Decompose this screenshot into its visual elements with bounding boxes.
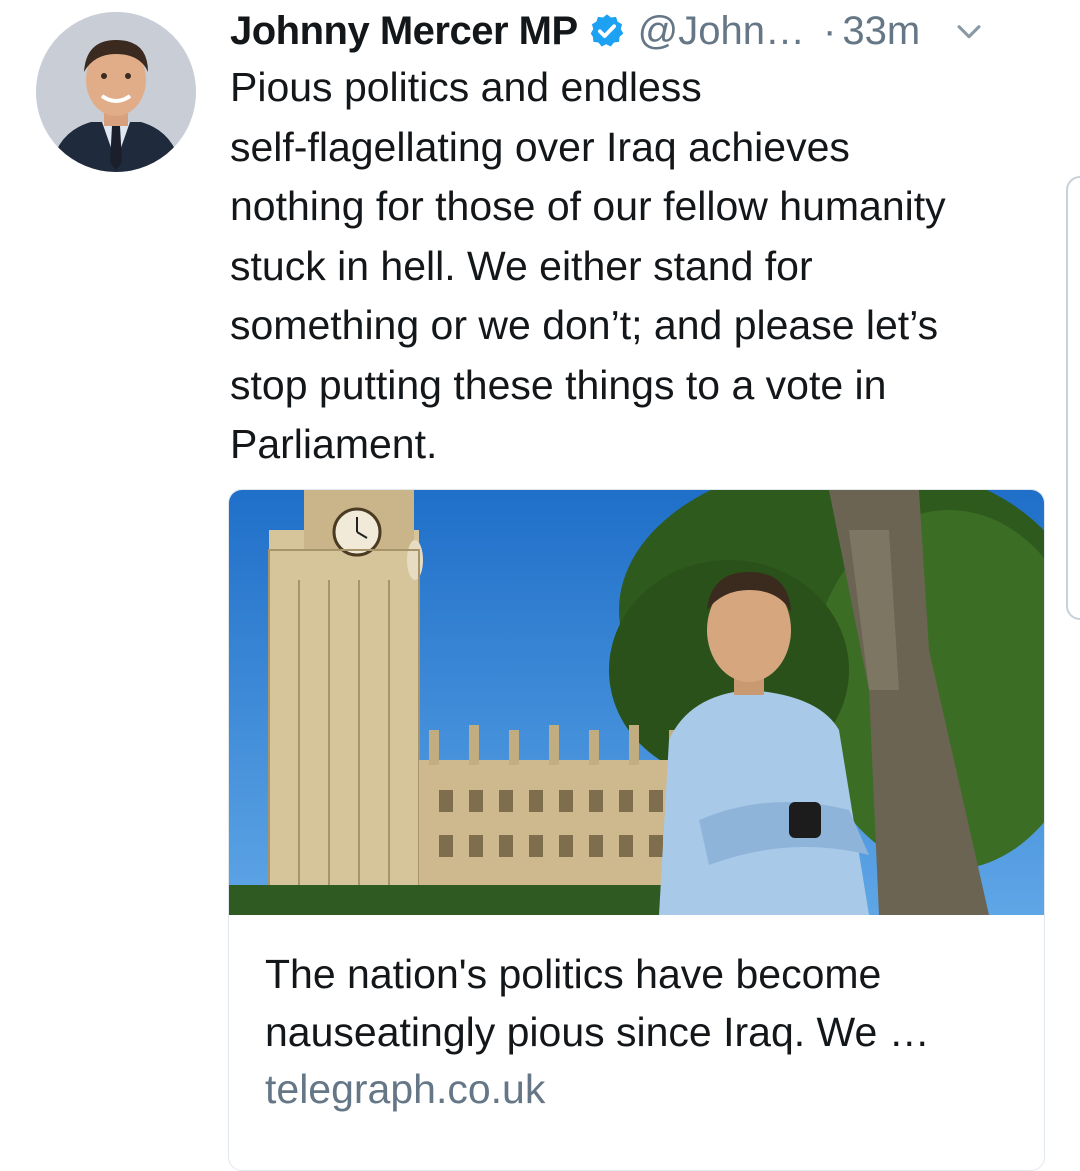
avatar-portrait [36,12,196,172]
card-domain[interactable]: telegraph.co.uk [265,1066,545,1113]
card-photo [229,490,1044,916]
card-image[interactable] [229,490,1044,916]
scrollbar-edge[interactable] [1066,176,1080,620]
verified-badge-icon [588,12,626,50]
chevron-down-icon[interactable] [952,14,986,48]
tweet-text: Pious politics and endless self-flagella… [230,64,946,467]
tweet-timestamp[interactable]: 33m [842,9,920,54]
author-name[interactable]: Johnny Mercer MP [230,9,578,54]
card-title[interactable]: The nation's politics have become nausea… [265,945,1005,1061]
tweet-header: Johnny Mercer MP @John… · 33m [230,4,1060,58]
author-handle[interactable]: @John… [638,9,805,54]
link-card[interactable]: The nation's politics have become nausea… [228,489,1045,1171]
author-avatar[interactable] [36,12,196,172]
separator-dot: · [823,8,837,53]
